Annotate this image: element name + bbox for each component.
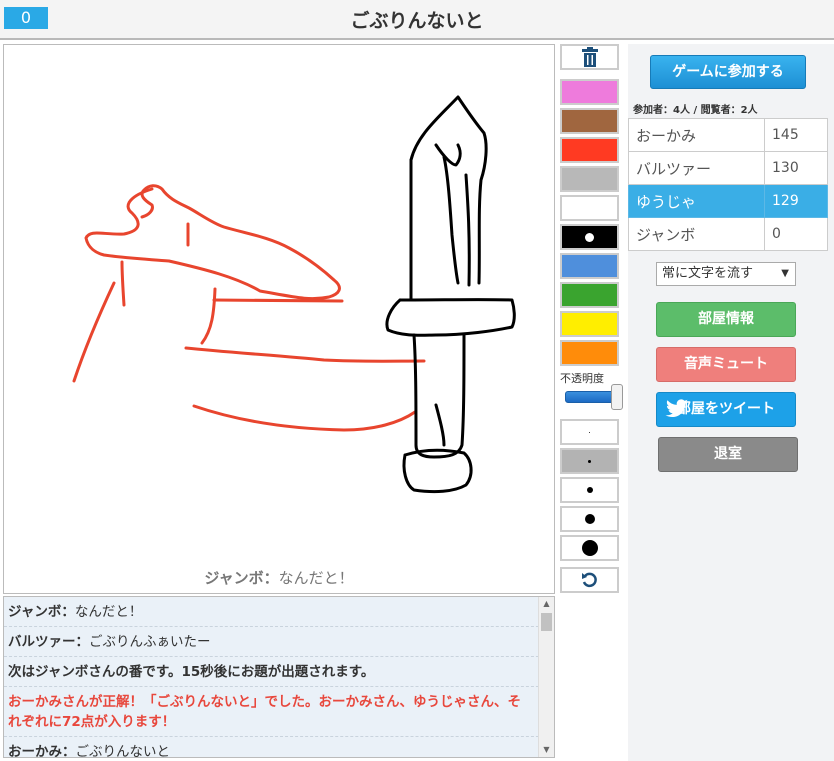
leave-room-button[interactable]: 退室 [658,437,798,472]
player-score: 0 [764,217,828,251]
scroll-down-arrow-icon[interactable]: ▼ [539,743,554,757]
room-info-button[interactable]: 部屋情報 [656,302,796,337]
chat-text: おーかみさんが正解！「ごぶりんないと」でした。おーかみさん、ゆうじゃさん、それぞ… [8,694,521,730]
chat-system-message: 次はジャンボさんの番です。15秒後にお題が出題されます。 [4,657,554,687]
player-name: ジャンボ [628,217,765,251]
brush-dot-icon [586,487,593,493]
chat-author: おーかみ： [8,744,76,758]
chat-author: ジャンボ： [8,604,75,620]
chat-message: バルツァー：ごぶりんふぁいたー [4,627,554,657]
chevron-down-icon: ▼ [781,268,789,279]
latest-chat-text: なんだと！ [278,569,354,587]
player-score: 145 [764,118,828,152]
brush-size-4[interactable] [560,506,619,532]
brush-dot-icon [588,459,591,463]
player-row: おーかみ 145 [628,118,828,152]
scroll-thumb[interactable] [541,613,552,631]
chat-log[interactable]: ジャンボ：なんだと！ バルツァー：ごぶりんふぁいたー 次はジャンボさんの番です。… [3,596,555,758]
chat-text: なんだと！ [74,604,143,620]
player-name: ゆうじゃ [628,184,765,218]
player-score: 129 [764,184,828,218]
opacity-slider-knob[interactable] [611,384,623,410]
drawing-strokes [72,95,516,494]
undo-icon [581,572,597,588]
player-row: バルツァー 130 [628,151,828,185]
color-swatch-orange[interactable] [560,340,619,366]
color-swatch-brown[interactable] [560,108,619,134]
player-scoreboard: おーかみ 145 バルツァー 130 ゆうじゃ 129 ジャンボ 0 [628,118,828,251]
color-swatch-pink[interactable] [560,79,619,105]
chat-message: ジャンボ：なんだと！ [4,597,554,627]
opacity-slider[interactable] [565,384,623,410]
chat-message: おーかみ：ごぶりんないと [4,737,554,758]
chat-mode-value: 常に文字を流す [662,266,754,281]
join-game-button[interactable]: ゲームに参加する [650,55,806,89]
chat-scrollbar[interactable]: ▲ ▼ [538,597,554,757]
participant-counts: 参加者：4人 / 閲覧者：2人 [633,105,758,116]
tweet-room-button[interactable]: 部屋をツイート [656,392,796,427]
color-swatch-white[interactable] [560,195,619,221]
color-swatch-blue[interactable] [560,253,619,279]
color-swatch-green[interactable] [560,282,619,308]
chat-text: 次はジャンボさんの番です。15秒後にお題が出題されます。 [8,664,375,680]
mute-audio-button[interactable]: 音声ミュート [656,347,796,382]
player-name: バルツァー [628,151,765,185]
player-row: ジャンボ 0 [628,217,828,251]
brush-size-5[interactable] [560,535,619,561]
brush-dot-icon [584,514,595,524]
brush-size-3[interactable] [560,477,619,503]
undo-button[interactable] [560,567,619,593]
chat-author: バルツァー： [8,634,89,650]
latest-chat-overlay: ジャンボ：なんだと！ [4,567,554,588]
color-swatch-black[interactable] [560,224,619,250]
brush-size-2[interactable] [560,448,619,474]
player-name: おーかみ [628,118,765,152]
brush-dot-icon [581,540,598,556]
brush-dot-icon [589,431,590,433]
chat-mode-select[interactable]: 常に文字を流す ▼ [656,262,796,286]
color-swatch-red[interactable] [560,137,619,163]
color-swatch-gray[interactable] [560,166,619,192]
clear-canvas-button[interactable] [560,44,619,70]
chat-text: ごぶりんふぁいたー [89,634,211,650]
header-bar: 0 ごぶりんないと [0,0,834,40]
drawing-canvas[interactable]: ジャンボ：なんだと！ [3,44,555,594]
chat-correct-message: おーかみさんが正解！「ごぶりんないと」でした。おーかみさん、ゆうじゃさん、それぞ… [4,687,554,737]
color-swatch-yellow[interactable] [560,311,619,337]
latest-chat-author: ジャンボ： [204,569,279,587]
player-row-active: ゆうじゃ 129 [628,184,828,218]
chat-text: ごぶりんないと [75,744,171,758]
trash-icon [581,47,598,67]
scroll-up-arrow-icon[interactable]: ▲ [539,597,554,611]
tweet-room-label: 部屋をツイート [677,401,775,417]
opacity-label: 不透明度 [560,372,604,385]
opacity-slider-track[interactable] [565,391,617,403]
brush-size-1[interactable] [560,419,619,445]
page-title: ごぶりんないと [350,10,484,32]
player-score: 130 [764,151,828,185]
twitter-bird-icon [665,399,688,418]
